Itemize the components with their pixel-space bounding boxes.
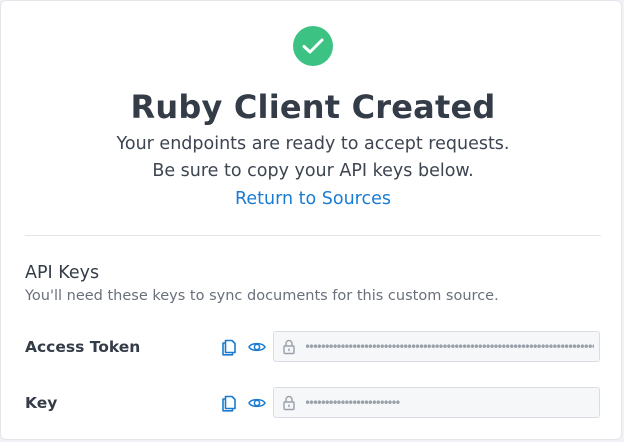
api-keys-description: You'll need these keys to sync documents… [25,288,499,304]
eye-icon[interactable] [248,394,266,412]
lock-icon [283,339,295,355]
access-token-value: ••••••••••••••••••••••••••••••••••••••••… [304,340,594,354]
check-icon [293,26,333,66]
access-token-field[interactable]: ••••••••••••••••••••••••••••••••••••••••… [273,331,600,362]
lock-icon [283,395,295,411]
eye-icon[interactable] [248,338,266,356]
key-value: •••••••••••••••••••••••• [304,396,402,410]
divider [25,235,601,236]
key-label: Key [25,394,58,412]
copy-icon[interactable] [220,394,238,412]
api-keys-heading: API Keys [25,263,100,283]
return-to-sources-link[interactable]: Return to Sources [1,187,624,211]
subtitle-line-2: Be sure to copy your API keys below. [152,161,474,181]
subtitle-line-1: Your endpoints are ready to accept reque… [116,134,510,154]
key-field[interactable]: •••••••••••••••••••••••• [273,387,600,418]
success-card: Ruby Client Created Your endpoints are r… [0,0,622,440]
access-token-label: Access Token [25,338,141,356]
page-title: Ruby Client Created [130,88,496,126]
copy-icon[interactable] [220,338,238,356]
